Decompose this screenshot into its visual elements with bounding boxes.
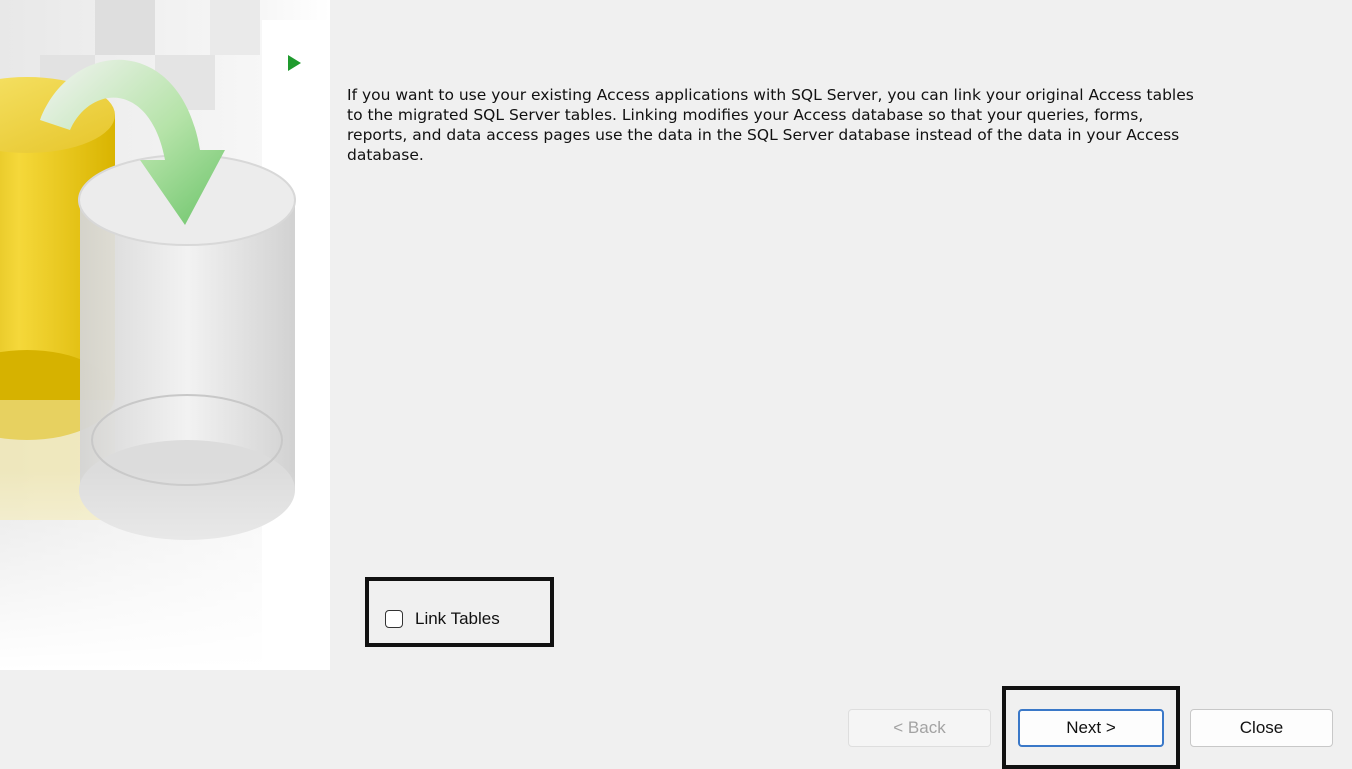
database-migration-illustration	[0, 0, 330, 670]
next-button[interactable]: Next >	[1018, 709, 1164, 747]
close-button[interactable]: Close	[1190, 709, 1333, 747]
green-triangle-arrow-icon	[288, 55, 301, 71]
migration-wizard-dialog: If you want to use your existing Access …	[0, 0, 1352, 769]
link-tables-label: Link Tables	[415, 609, 500, 628]
link-tables-option[interactable]: Link Tables	[385, 609, 500, 629]
wizard-description: If you want to use your existing Access …	[347, 86, 1194, 164]
wizard-banner	[0, 0, 330, 670]
link-tables-checkbox[interactable]	[385, 610, 403, 628]
back-button[interactable]: < Back	[848, 709, 991, 747]
